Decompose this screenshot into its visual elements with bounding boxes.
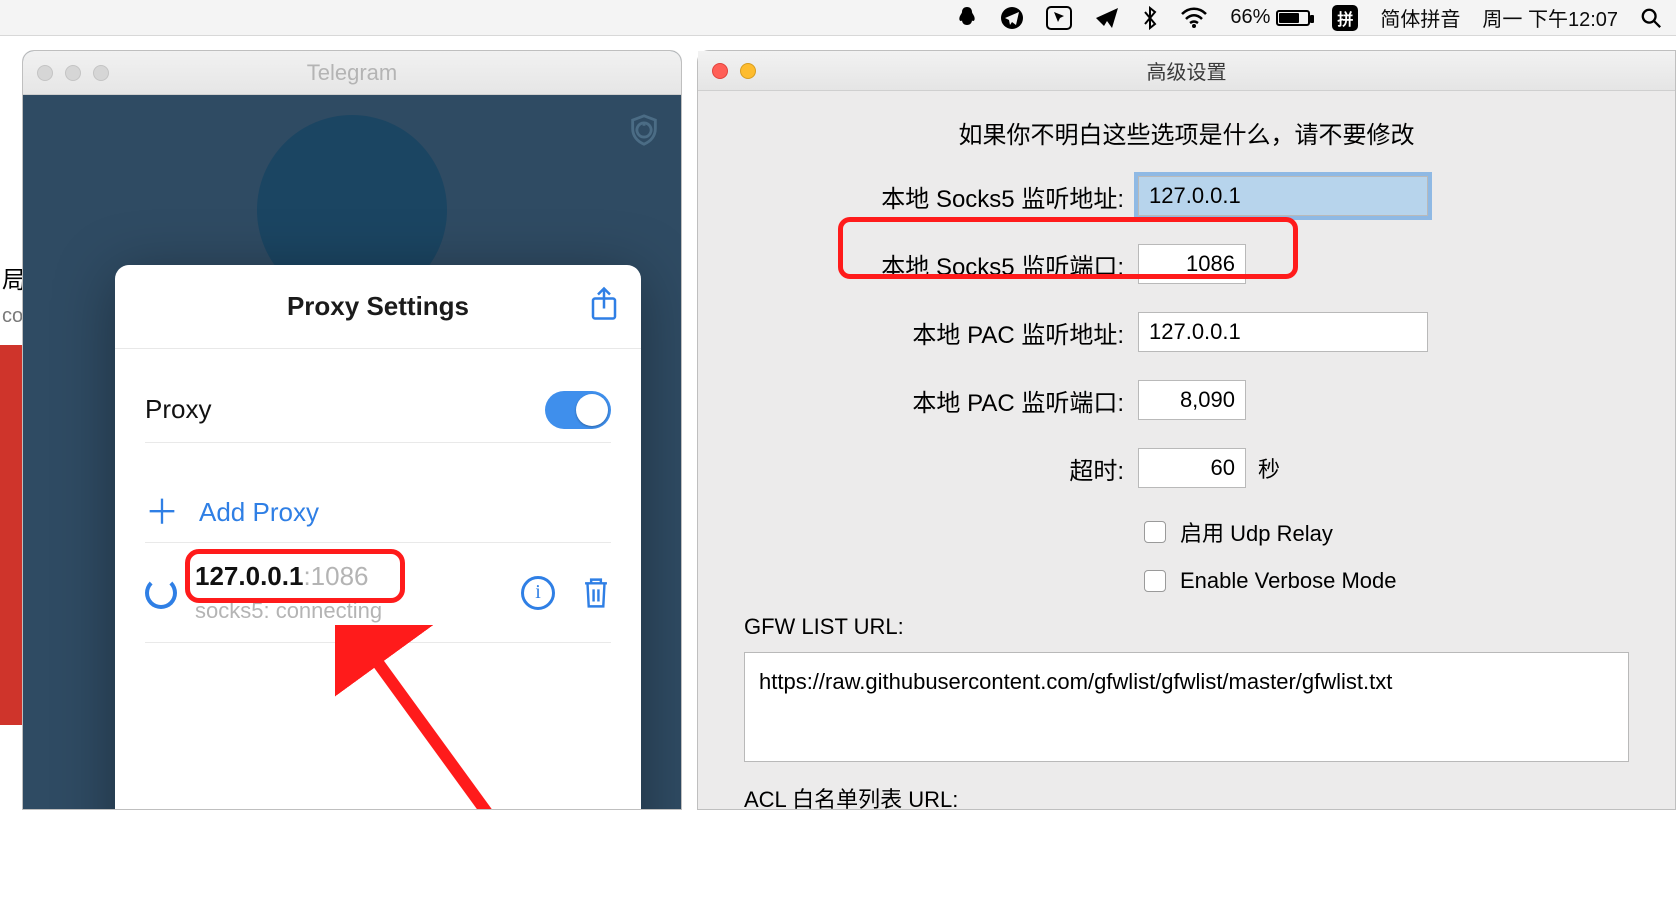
timeout-label: 超时: xyxy=(728,451,1138,486)
ime-badge-icon[interactable]: 拼 xyxy=(1332,5,1358,31)
annotation-highlight-box xyxy=(185,549,405,603)
settings-window-title: 高级设置 xyxy=(698,56,1675,85)
udp-relay-label: 启用 Udp Relay xyxy=(1180,516,1333,548)
warning-note: 如果你不明白这些选项是什么，请不要修改 xyxy=(728,115,1645,150)
gfw-url-textarea[interactable]: https://raw.githubusercontent.com/gfwlis… xyxy=(744,652,1629,762)
annotation-arrow-icon xyxy=(335,625,555,810)
proxy-section: Proxy ＋ Add Proxy 127.0.0.1:1086 socks5:… xyxy=(115,349,641,643)
timeout-input[interactable] xyxy=(1138,448,1246,488)
clock-label[interactable]: 周一 下午12:07 xyxy=(1482,3,1618,32)
spotlight-search-icon[interactable] xyxy=(1640,7,1662,29)
socks5-addr-label: 本地 Socks5 监听地址: xyxy=(728,179,1138,214)
penguin-icon[interactable] xyxy=(956,6,978,30)
pac-port-row: 本地 PAC 监听端口: xyxy=(728,380,1645,420)
telegram-plane-icon[interactable] xyxy=(1000,6,1024,30)
share-button[interactable] xyxy=(589,286,619,327)
telegram-body: Proxy Settings Proxy ＋ Add Proxy xyxy=(23,95,681,809)
frag-label: co xyxy=(2,305,23,328)
proxy-modal-title: Proxy Settings xyxy=(287,291,469,322)
udp-relay-row[interactable]: 启用 Udp Relay xyxy=(1144,516,1645,548)
add-proxy-label: Add Proxy xyxy=(199,497,319,528)
socks5-addr-input[interactable] xyxy=(1138,176,1428,216)
telegram-window-title: Telegram xyxy=(23,60,681,86)
verbose-label: Enable Verbose Mode xyxy=(1180,568,1397,594)
battery-icon xyxy=(1276,10,1310,26)
telegram-titlebar[interactable]: Telegram xyxy=(23,51,681,95)
gfw-section-label: GFW LIST URL: xyxy=(744,614,1645,640)
proxy-modal-header: Proxy Settings xyxy=(115,265,641,349)
info-button[interactable]: i xyxy=(521,576,555,610)
verbose-checkbox[interactable] xyxy=(1144,570,1166,592)
delete-button[interactable] xyxy=(581,576,611,610)
pac-addr-input[interactable] xyxy=(1138,312,1428,352)
proxy-toggle-row: Proxy xyxy=(145,377,611,443)
settings-body: 如果你不明白这些选项是什么，请不要修改 本地 Socks5 监听地址: 本地 S… xyxy=(698,91,1675,814)
cursor-box-icon[interactable] xyxy=(1046,6,1072,30)
pac-port-input[interactable] xyxy=(1138,380,1246,420)
ime-label[interactable]: 简体拼音 xyxy=(1380,3,1460,32)
gfw-url-text: https://raw.githubusercontent.com/gfwlis… xyxy=(759,669,1392,694)
pac-port-label: 本地 PAC 监听端口: xyxy=(728,383,1138,418)
paper-plane-icon[interactable] xyxy=(1094,6,1120,30)
timeout-suffix: 秒 xyxy=(1258,452,1280,484)
shield-icon[interactable] xyxy=(627,113,661,147)
menubar: 66% 拼 简体拼音 周一 下午12:07 xyxy=(0,0,1676,36)
battery-pct-label: 66% xyxy=(1230,6,1270,29)
add-proxy-button[interactable]: ＋ Add Proxy xyxy=(145,483,611,543)
proxy-label: Proxy xyxy=(145,394,211,425)
plus-icon: ＋ xyxy=(145,496,179,530)
pac-addr-label: 本地 PAC 监听地址: xyxy=(728,315,1138,350)
timeout-row: 超时: 秒 xyxy=(728,448,1645,488)
settings-titlebar[interactable]: 高级设置 xyxy=(698,51,1675,91)
connecting-spinner-icon xyxy=(145,577,177,609)
bluetooth-icon[interactable] xyxy=(1142,6,1158,30)
verbose-row[interactable]: Enable Verbose Mode xyxy=(1144,568,1645,594)
proxy-toggle[interactable] xyxy=(545,391,611,429)
advanced-settings-window: 高级设置 如果你不明白这些选项是什么，请不要修改 本地 Socks5 监听地址:… xyxy=(697,50,1676,810)
proxy-settings-modal: Proxy Settings Proxy ＋ Add Proxy xyxy=(115,265,641,810)
annotation-highlight-box xyxy=(838,217,1298,279)
wifi-icon[interactable] xyxy=(1180,7,1208,29)
telegram-window: Telegram Proxy Settings Proxy ＋ Add Prox… xyxy=(22,50,682,810)
battery-status[interactable]: 66% xyxy=(1230,6,1310,29)
acl-section-label: ACL 白名单列表 URL: xyxy=(744,782,1645,814)
udp-relay-checkbox[interactable] xyxy=(1144,521,1166,543)
pac-addr-row: 本地 PAC 监听地址: xyxy=(728,312,1645,352)
socks5-addr-row: 本地 Socks5 监听地址: xyxy=(728,176,1645,216)
